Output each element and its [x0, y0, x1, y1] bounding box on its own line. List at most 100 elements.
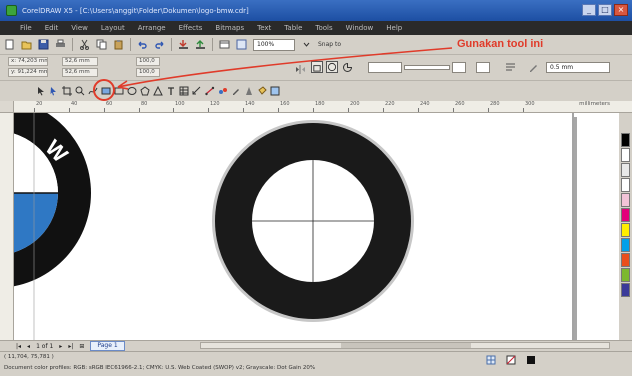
ruler-label: 40 [71, 101, 78, 107]
export-icon[interactable] [195, 39, 206, 50]
height-field[interactable]: 52,6 mm [62, 68, 98, 77]
first-page-icon[interactable]: |◂ [16, 343, 21, 350]
eyedropper-tool-icon[interactable] [231, 86, 241, 96]
drawing-canvas[interactable]: W [14, 113, 619, 340]
welcome-screen-icon[interactable] [236, 39, 247, 50]
lock-ratio-icon[interactable] [311, 61, 323, 73]
prev-page-icon[interactable]: ◂ [27, 343, 30, 350]
horizontal-scrollbar[interactable] [200, 342, 610, 349]
start-angle-field[interactable] [368, 62, 402, 73]
redo-icon[interactable] [154, 39, 165, 50]
palette-swatch-orange[interactable] [621, 253, 630, 267]
page-tab[interactable]: Page 1 [90, 341, 125, 351]
polygon-tool-icon[interactable] [140, 86, 150, 96]
menu-text[interactable]: Text [257, 24, 271, 32]
rectangle-tool-icon[interactable] [114, 86, 124, 96]
last-page-icon[interactable]: ▸| [68, 343, 73, 350]
palette-swatch-green[interactable] [621, 268, 630, 282]
chevron-down-icon[interactable] [301, 39, 312, 50]
bmw-logo-partial[interactable]: W [14, 113, 91, 288]
fill-tool-icon[interactable] [257, 86, 267, 96]
menu-edit[interactable]: Edit [45, 24, 59, 32]
menu-table[interactable]: Table [284, 24, 302, 32]
connector-tool-icon[interactable] [205, 86, 215, 96]
y-position-field[interactable]: y: 91,224 mm [8, 68, 48, 77]
cut-icon[interactable] [79, 39, 90, 50]
zoom-level-field[interactable]: 100% [253, 38, 295, 51]
new-document-icon[interactable] [4, 39, 15, 50]
palette-swatch-white[interactable] [621, 148, 630, 162]
next-page-icon[interactable]: ▸ [59, 343, 62, 350]
palette-swatch-navy[interactable] [621, 283, 630, 297]
open-folder-icon[interactable] [21, 39, 32, 50]
scale-width-field[interactable]: 100,0 [136, 57, 160, 66]
menu-help[interactable]: Help [386, 24, 402, 32]
print-icon[interactable] [55, 39, 66, 50]
menu-bar: File Edit View Layout Arrange Effects Bi… [0, 21, 632, 35]
ellipse-tool-icon[interactable] [127, 86, 137, 96]
menu-file[interactable]: File [20, 24, 32, 32]
start-angle-slider[interactable] [404, 65, 450, 70]
undo-icon[interactable] [137, 39, 148, 50]
scrollbar-thumb[interactable] [341, 343, 471, 348]
menu-view[interactable]: View [71, 24, 88, 32]
direction-toggle[interactable] [476, 62, 490, 73]
palette-swatch-yellow[interactable] [621, 223, 630, 237]
outline-width-dropdown[interactable]: 0.5 mm [546, 62, 610, 73]
text-tool-icon[interactable] [166, 86, 176, 96]
save-icon[interactable] [38, 39, 49, 50]
zoom-tool-icon[interactable] [75, 86, 85, 96]
ruler-label: 140 [245, 101, 255, 107]
table-tool-icon[interactable] [179, 86, 189, 96]
copy-icon[interactable] [96, 39, 107, 50]
palette-swatch-pink[interactable] [621, 193, 630, 207]
basic-shapes-tool-icon[interactable] [153, 86, 163, 96]
pen-outline-icon[interactable] [528, 62, 539, 73]
application-launcher-icon[interactable] [219, 39, 230, 50]
x-position-field[interactable]: x: 74,203 mm [8, 57, 48, 66]
vertical-ruler[interactable] [0, 113, 14, 340]
shape-tool-icon[interactable] [49, 86, 59, 96]
palette-swatch-cyan[interactable] [621, 238, 630, 252]
menu-arrange[interactable]: Arrange [138, 24, 166, 32]
pie-mode-icon[interactable] [342, 62, 353, 73]
blend-tool-icon[interactable] [218, 86, 228, 96]
crop-tool-icon[interactable] [62, 86, 72, 96]
horizontal-ruler[interactable]: 20 40 60 80 100 120 140 160 180 200 220 … [14, 101, 632, 113]
interactive-fill-tool-icon[interactable] [270, 86, 280, 96]
grid-icon [486, 355, 496, 367]
scale-height-field[interactable]: 100,0 [136, 68, 160, 77]
menu-bitmaps[interactable]: Bitmaps [215, 24, 244, 32]
menu-window[interactable]: Window [346, 24, 374, 32]
close-button[interactable]: × [614, 4, 628, 16]
palette-swatch-grey[interactable] [621, 163, 630, 177]
ellipse-mode-icon[interactable] [326, 61, 338, 73]
dimension-tool-icon[interactable] [192, 86, 202, 96]
ruler-tick [453, 108, 454, 112]
palette-swatch-black[interactable] [621, 133, 630, 147]
document-color-profile[interactable]: Document color profiles: RGB: sRGB IEC61… [4, 365, 315, 371]
menu-effects[interactable]: Effects [179, 24, 203, 32]
outline-swatch-icon[interactable] [526, 355, 536, 367]
ruler-tick [104, 108, 105, 112]
snap-to-dropdown[interactable]: Snap to [318, 41, 341, 48]
width-field[interactable]: 52,6 mm [62, 57, 98, 66]
ruler-tick [34, 108, 35, 112]
menu-layout[interactable]: Layout [101, 24, 125, 32]
palette-swatch-magenta[interactable] [621, 208, 630, 222]
wrap-text-icon[interactable] [505, 62, 516, 73]
menu-tools[interactable]: Tools [315, 24, 332, 32]
palette-swatch-white[interactable] [621, 178, 630, 192]
ring-object[interactable] [212, 120, 414, 322]
import-icon[interactable] [178, 39, 189, 50]
paste-icon[interactable] [113, 39, 124, 50]
angle-stepper[interactable] [452, 62, 466, 73]
maximize-button[interactable]: □ [598, 4, 612, 16]
pick-tool-icon[interactable] [36, 86, 46, 96]
ruler-corner[interactable] [0, 101, 14, 113]
minimize-button[interactable]: _ [582, 4, 596, 16]
mirror-horizontal-icon[interactable] [295, 64, 306, 75]
add-page-icon[interactable]: ⊞ [79, 343, 84, 350]
fill-swatch-icon[interactable] [506, 355, 516, 367]
outline-pen-tool-icon[interactable] [244, 86, 254, 96]
